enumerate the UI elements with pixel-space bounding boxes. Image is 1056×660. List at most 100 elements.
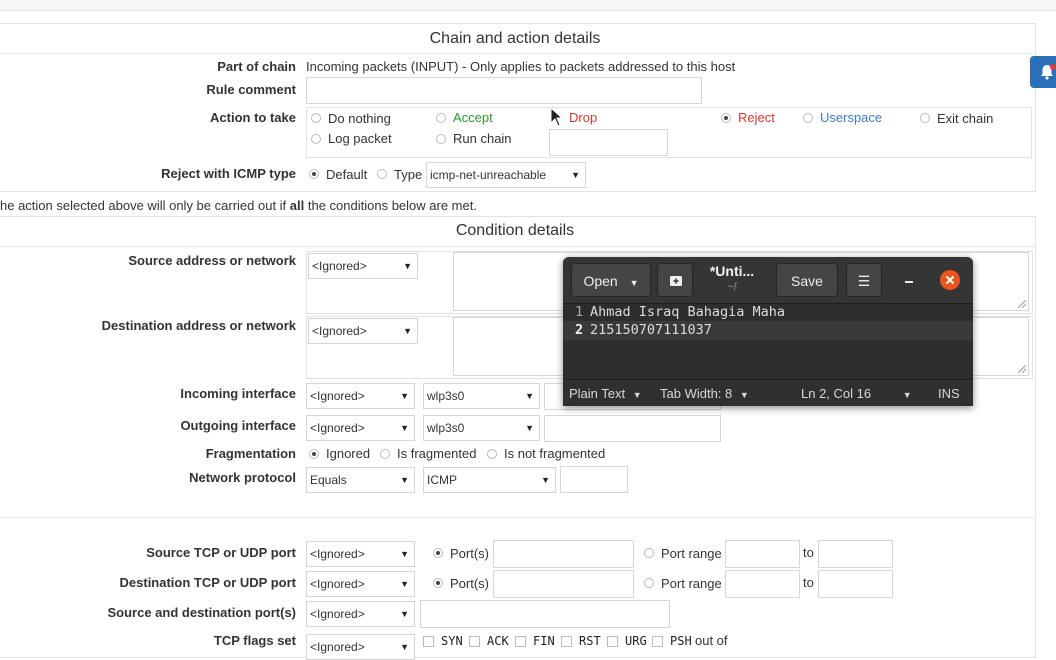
new-tab-button[interactable] (657, 263, 693, 297)
frag-not-fragmented-radio[interactable] (487, 449, 497, 459)
cursor-position-selector[interactable]: Ln 2, Col 16 ▼ (801, 386, 912, 401)
language-selector[interactable]: Plain Text ▼ (569, 386, 642, 401)
sd-port-label: Source and destination port(s) (107, 605, 296, 620)
action-label: Action to take (210, 110, 296, 125)
language-label: Plain Text (569, 386, 626, 401)
menu-button[interactable]: ☰ (846, 263, 882, 297)
reject-default-radio[interactable] (309, 169, 319, 179)
source-range-label: Port range (661, 546, 722, 561)
source-address-select[interactable]: <Ignored> ▼ (308, 253, 418, 279)
dest-range-to-input[interactable] (818, 570, 893, 598)
source-port-label: Source TCP or UDP port (146, 545, 296, 560)
chevron-down-icon: ▼ (571, 170, 580, 180)
tcp-flags-select[interactable]: <Ignored> ▼ (306, 634, 415, 660)
source-range-from-input[interactable] (725, 540, 800, 568)
flag-syn-checkbox[interactable] (423, 636, 434, 647)
sd-port-select[interactable]: <Ignored> ▼ (306, 601, 415, 627)
reject-type-radio[interactable] (377, 169, 387, 179)
resize-grip-icon[interactable] (1018, 300, 1026, 308)
chevron-down-icon: ▼ (541, 475, 550, 485)
tab-width-selector[interactable]: Tab Width: 8 ▼ (660, 386, 749, 401)
source-ports-input[interactable] (493, 540, 634, 568)
source-range-to-input[interactable] (818, 540, 893, 568)
open-button[interactable]: Open ▼ (571, 263, 651, 297)
action-userspace-radio[interactable] (803, 113, 813, 123)
outgoing-interface-select-value: <Ignored> (310, 421, 365, 435)
action-log-radio[interactable] (311, 134, 321, 144)
dest-port-label: Destination TCP or UDP port (119, 575, 296, 590)
source-range-radio[interactable] (644, 548, 654, 558)
source-port-select-value: <Ignored> (310, 547, 365, 561)
protocol-select[interactable]: ICMP ▼ (423, 467, 556, 493)
outgoing-interface-other-input[interactable] (544, 415, 721, 442)
dest-range-from-input[interactable] (725, 570, 800, 598)
incoming-interface-select[interactable]: <Ignored> ▼ (306, 383, 415, 409)
chevron-down-icon: ▼ (400, 579, 409, 589)
notification-button[interactable] (1030, 56, 1056, 88)
divider (0, 53, 1034, 54)
dest-port-select[interactable]: <Ignored> ▼ (306, 571, 415, 597)
reject-type-select[interactable]: icmp-net-unreachable ▼ (426, 162, 586, 188)
dest-ports-input[interactable] (493, 570, 634, 598)
flag-psh-checkbox[interactable] (652, 636, 663, 647)
sd-port-select-value: <Ignored> (310, 607, 365, 621)
outgoing-interface-name-select[interactable]: wlp3s0 ▼ (423, 415, 540, 441)
action-accept-label: Accept (453, 110, 493, 125)
flag-urg-checkbox[interactable] (607, 636, 618, 647)
flag-syn-label: SYN (441, 634, 463, 648)
close-icon (945, 275, 955, 285)
flag-ack-checkbox[interactable] (469, 636, 480, 647)
resize-grip-icon[interactable] (1018, 365, 1026, 373)
save-button[interactable]: Save (776, 263, 838, 297)
close-button[interactable] (940, 270, 960, 290)
line-number: 2 (575, 322, 584, 338)
tcp-flags-label: TCP flags set (213, 633, 296, 648)
outgoing-interface-label: Outgoing interface (180, 418, 296, 433)
mouse-cursor-icon (550, 107, 564, 127)
flag-fin-checkbox[interactable] (515, 636, 526, 647)
new-document-icon (670, 276, 682, 286)
chevron-down-icon: ▼ (400, 642, 409, 652)
source-ports-radio[interactable] (433, 548, 443, 558)
flag-rst-checkbox[interactable] (561, 636, 572, 647)
frag-is-fragmented-radio[interactable] (380, 449, 390, 459)
chevron-down-icon: ▼ (400, 391, 409, 401)
chain-section-title: Chain and action details (429, 30, 601, 47)
chevron-down-icon: ▼ (400, 549, 409, 559)
protocol-operator-select[interactable]: Equals ▼ (306, 467, 415, 493)
minimize-button[interactable] (899, 269, 919, 289)
incoming-interface-name-select[interactable]: wlp3s0 ▼ (423, 383, 540, 409)
dest-address-label: Destination address or network (101, 318, 296, 333)
hamburger-menu-icon: ☰ (857, 273, 871, 289)
part-of-chain-value: Incoming packets (INPUT) - Only applies … (306, 59, 736, 74)
protocol-other-input[interactable] (560, 466, 628, 493)
source-address-select-value: <Ignored> (312, 259, 367, 273)
line-number: 1 (575, 304, 584, 320)
action-run-radio[interactable] (436, 134, 446, 144)
action-log-label: Log packet (328, 131, 392, 146)
outgoing-interface-select[interactable]: <Ignored> ▼ (306, 415, 415, 441)
run-chain-input[interactable] (549, 129, 668, 156)
frag-ignored-radio[interactable] (309, 449, 319, 459)
rule-comment-input[interactable] (306, 77, 702, 104)
action-reject-label: Reject (738, 110, 775, 125)
action-userspace-label: Userspace (820, 110, 883, 125)
top-strip (0, 0, 1056, 11)
chevron-down-icon: ▼ (629, 278, 639, 288)
action-accept-radio[interactable] (436, 113, 446, 123)
dest-range-radio[interactable] (644, 578, 654, 588)
dest-ports-radio[interactable] (433, 578, 443, 588)
flag-fin-label: FIN (533, 634, 555, 648)
source-port-select[interactable]: <Ignored> ▼ (306, 541, 415, 567)
action-run-label: Run chain (453, 131, 512, 146)
editor-line: Ahmad Israq Bahagia Maha (590, 304, 786, 320)
action-reject-radio[interactable] (721, 113, 731, 123)
dest-range-label: Port range (661, 576, 722, 591)
dest-address-select[interactable]: <Ignored> ▼ (308, 318, 418, 344)
flags-out-of-label: out of (695, 633, 728, 648)
action-nothing-radio[interactable] (311, 113, 321, 123)
source-range-to-label: to (803, 545, 814, 560)
editor-status-bar: Plain Text ▼ Tab Width: 8 ▼ Ln 2, Col 16… (563, 379, 973, 406)
sd-port-input[interactable] (420, 600, 670, 628)
action-exit-radio[interactable] (920, 113, 930, 123)
